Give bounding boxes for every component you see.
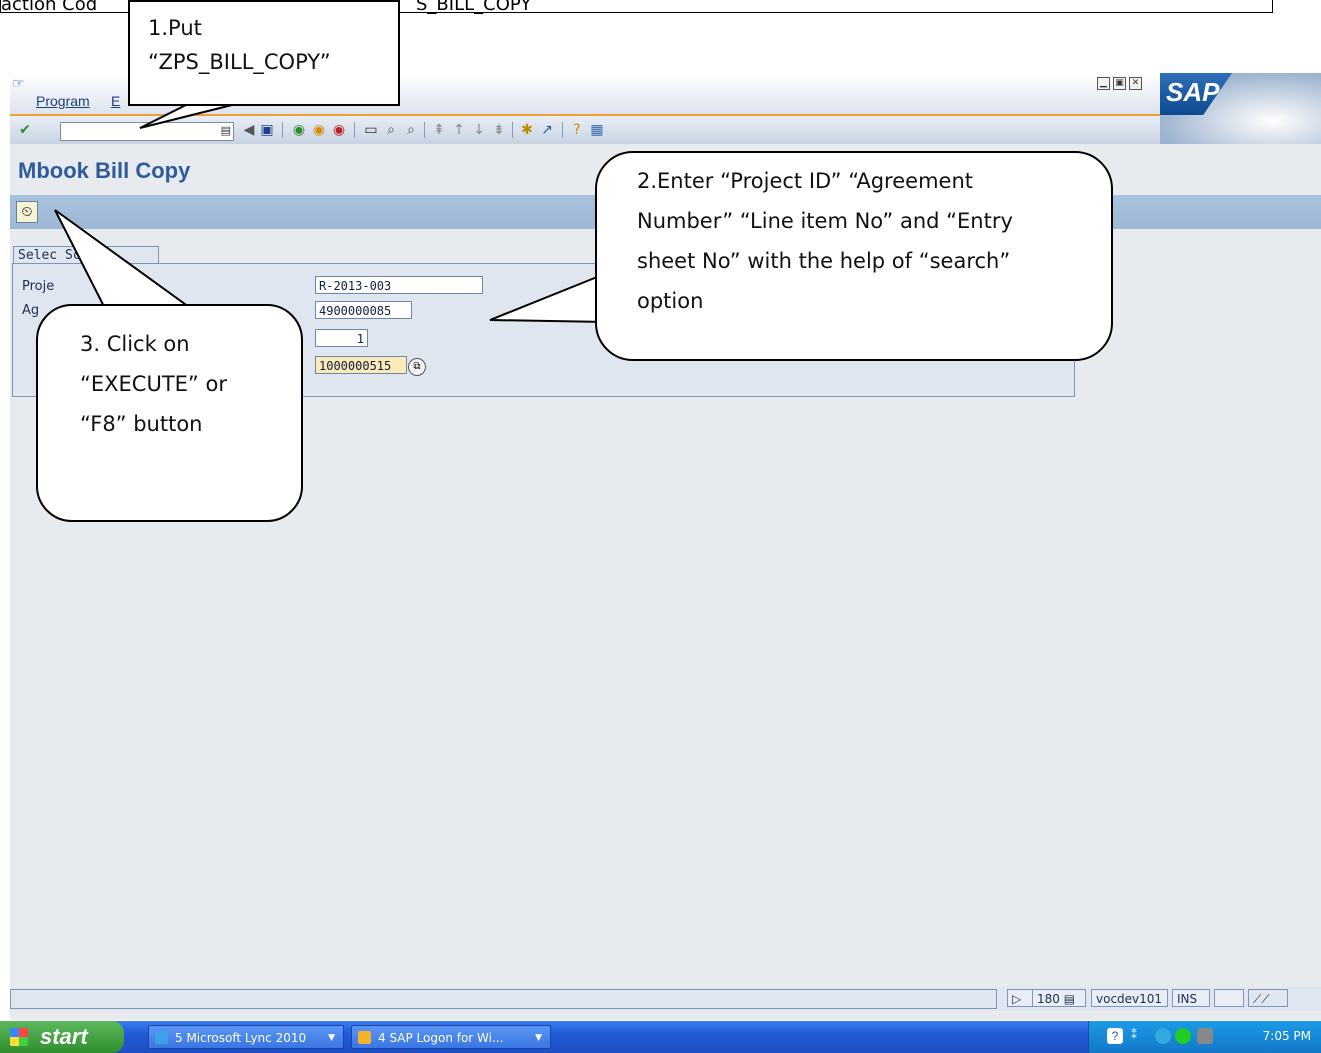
- callout-2: 2.Enter “Project ID” “Agreement Number” …: [595, 151, 1113, 361]
- callout-1-line-1: 1.Put: [148, 16, 202, 40]
- agreement-number-input[interactable]: 4900000085: [315, 301, 412, 319]
- shortcut-icon[interactable]: ↗: [538, 121, 556, 139]
- start-button[interactable]: start: [0, 1021, 124, 1053]
- taskbar-item-lync[interactable]: 5 Microsoft Lync 2010 ▼: [148, 1025, 344, 1049]
- toolbar-separator: [282, 122, 283, 138]
- status-mode: INS: [1172, 989, 1210, 1007]
- toolbar-separator: [354, 122, 355, 138]
- minimize-icon[interactable]: ▁: [1097, 77, 1110, 90]
- back-arrow-icon[interactable]: ◀: [240, 121, 258, 139]
- windows-flag-icon: [10, 1028, 28, 1046]
- system-tray: ? ⁑ 7:05 PM: [1088, 1021, 1321, 1053]
- command-history-icon[interactable]: ▤: [221, 124, 231, 137]
- dropdown-arrow-icon: ▼: [535, 1033, 542, 1043]
- page-title: Mbook Bill Copy: [18, 158, 191, 183]
- callout-2-line-4: option: [637, 289, 704, 313]
- line-item-input[interactable]: 1: [315, 329, 368, 347]
- callout-1-line-2: “ZPS_BILL_COPY”: [148, 50, 331, 74]
- dropdown-arrow-icon: ▼: [328, 1033, 335, 1043]
- project-id-label: Proje: [22, 279, 55, 294]
- doc-strip-left-text: action Cod: [1, 0, 98, 15]
- monitor-tray-icon[interactable]: [1197, 1028, 1213, 1044]
- previous-page-icon[interactable]: ↑: [450, 121, 468, 139]
- callout-1: 1.Put “ZPS_BILL_COPY”: [128, 0, 400, 106]
- lync-icon: [155, 1031, 168, 1044]
- callout-2-line-2: Number” “Line item No” and “Entry: [637, 209, 1013, 233]
- status-system: vocdev101: [1091, 989, 1168, 1007]
- status-bar: ▷ 180 ▤ vocdev101 INS ⟋⟋: [10, 987, 1321, 1011]
- execute-clock-icon: ⏲: [21, 204, 33, 220]
- create-session-icon[interactable]: ✱: [518, 121, 536, 139]
- callout-3-line-3: “F8” button: [80, 412, 203, 436]
- entry-sheet-input[interactable]: 1000000515: [315, 356, 407, 374]
- callout-2-line-1: 2.Enter “Project ID” “Agreement: [637, 169, 973, 193]
- callout-3-line-2: “EXECUTE” or: [80, 372, 227, 396]
- callout-2-line-3: sheet No” with the help of “search”: [637, 249, 1011, 273]
- menu-item-edit[interactable]: E: [111, 93, 120, 109]
- doc-strip-right-text: S_BILL_COPY: [416, 0, 532, 15]
- first-page-icon[interactable]: ⇞: [430, 121, 448, 139]
- clock: 7:05 PM: [1262, 1029, 1311, 1043]
- start-label: start: [40, 1024, 88, 1049]
- back-icon[interactable]: ◉: [290, 121, 308, 139]
- find-icon[interactable]: ⌕: [382, 121, 400, 139]
- callout-3: 3. Click on “EXECUTE” or “F8” button: [36, 304, 303, 522]
- resize-grip-icon[interactable]: ⟋⟋: [1248, 989, 1288, 1007]
- status-message-area: [10, 989, 997, 1009]
- status-empty-cell: [1214, 989, 1244, 1007]
- sap-logo-text: SAP: [1166, 77, 1220, 107]
- taskbar-item-lync-label: 5 Microsoft Lync 2010: [175, 1031, 307, 1045]
- execute-button[interactable]: ⏲: [16, 201, 38, 223]
- help-icon[interactable]: ?: [568, 121, 586, 139]
- toolbar-separator: [424, 122, 425, 138]
- status-count-text: 180: [1037, 992, 1060, 1006]
- network-tray-icon[interactable]: ⁑: [1131, 1028, 1147, 1044]
- print-icon[interactable]: ▭: [362, 121, 380, 139]
- sap-logo: SAP: [1160, 73, 1321, 153]
- save-icon[interactable]: ▣: [258, 121, 276, 139]
- taskbar-item-sap-logon[interactable]: 4 SAP Logon for Wi... ▼: [351, 1025, 551, 1049]
- standard-toolbar: ✔ ▤ ◀ ▣ ◉ ◉ ◉ ▭ ⌕ ⌕ ⇞ ↑ ↓ ⇟ ✱ ↗ ? ▦: [10, 116, 1160, 144]
- window-controls: ▁ ▣ ✕: [1097, 77, 1142, 90]
- sap-logon-icon: [358, 1031, 371, 1044]
- next-page-icon[interactable]: ↓: [470, 121, 488, 139]
- lync-tray-icon[interactable]: [1175, 1028, 1191, 1044]
- menu-toggle-icon[interactable]: ☞: [12, 75, 25, 92]
- windows-taskbar: start 5 Microsoft Lync 2010 ▼ 4 SAP Logo…: [0, 1021, 1321, 1053]
- callout-3-line-1: 3. Click on: [80, 332, 190, 356]
- toolbar-separator: [512, 122, 513, 138]
- last-page-icon[interactable]: ⇟: [490, 121, 508, 139]
- search-help-icon[interactable]: ⧉: [408, 358, 426, 376]
- layout-menu-icon[interactable]: ▦: [588, 121, 606, 139]
- command-field[interactable]: ▤: [60, 122, 234, 141]
- cancel-icon[interactable]: ◉: [330, 121, 348, 139]
- status-session-count: 180 ▤: [1032, 989, 1086, 1007]
- exit-icon[interactable]: ◉: [310, 121, 328, 139]
- maximize-icon[interactable]: ▣: [1113, 77, 1126, 90]
- help-tray-icon[interactable]: ?: [1107, 1028, 1123, 1044]
- toolbar-separator: [562, 122, 563, 138]
- taskbar-item-sap-label: 4 SAP Logon for Wi...: [378, 1031, 504, 1045]
- agreement-number-label: Ag: [22, 303, 40, 318]
- status-expand-icon[interactable]: ▷: [1007, 989, 1033, 1007]
- menu-item-program[interactable]: Program: [36, 93, 90, 109]
- enter-check-icon[interactable]: ✔: [16, 121, 34, 139]
- find-next-icon[interactable]: ⌕: [402, 121, 420, 139]
- close-icon[interactable]: ✕: [1129, 77, 1142, 90]
- project-id-input[interactable]: R-2013-003: [315, 276, 483, 294]
- back-tray-icon[interactable]: [1155, 1028, 1171, 1044]
